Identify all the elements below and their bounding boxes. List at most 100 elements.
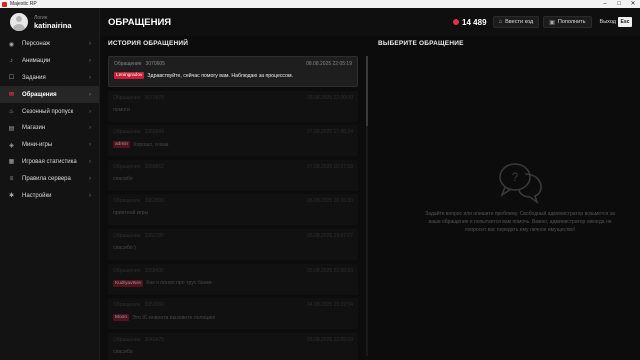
ticket-card[interactable]: Обращение 3070570 08.08.2025 22:00:00 помог… xyxy=(108,90,358,122)
minimize-button[interactable]: – xyxy=(598,0,612,8)
ticket-id: 3049475 xyxy=(144,336,164,343)
ticket-id: 3069244 xyxy=(144,129,164,136)
ticket-label: Обращение xyxy=(113,129,141,136)
chevron-icon: › xyxy=(89,91,91,98)
stats-icon: ▦ xyxy=(8,159,15,166)
chevron-icon: › xyxy=(89,175,91,182)
tickets-icon: ✉ xyxy=(8,92,15,99)
ticket-date: 03.08.2025 22:09:00 xyxy=(307,336,353,343)
ticket-message: помоги xyxy=(113,106,130,113)
close-button[interactable]: ✕ xyxy=(626,0,640,8)
ticket-message: спасибо xyxy=(113,348,133,355)
shop-icon: ▤ xyxy=(8,125,15,132)
ticket-card[interactable]: Обращение 3049475 03.08.2025 22:09:00 спаси… xyxy=(108,332,358,360)
ticket-message: приятной игры xyxy=(113,210,149,217)
ticket-label: Обращение xyxy=(113,94,141,101)
sidebar-item-7[interactable]: ▦ Игровая статистика › xyxy=(0,154,99,171)
admin-tag: Kudryavtsev xyxy=(113,279,144,287)
chevron-icon: › xyxy=(89,125,91,132)
rules-icon: ≡ xyxy=(9,175,14,182)
gift-icon: ⌂ xyxy=(498,19,503,25)
tasks-icon: ☐ xyxy=(8,75,15,82)
ticket-card[interactable]: Обращение 3069244 07.08.2025 17:45:34 admin… xyxy=(108,125,358,157)
animation-icon: ♪ xyxy=(10,58,13,65)
sidebar-item-0[interactable]: ◉ Персонаж › xyxy=(0,36,99,53)
gamepad-icon: ◈ xyxy=(9,142,14,149)
ticket-id: 3070570 xyxy=(144,94,164,101)
sidebar-item-label: Настройки xyxy=(22,192,52,199)
ticket-date: 06.08.2025 20:26:30 xyxy=(307,198,353,205)
ticket-id: 3060780 xyxy=(144,232,164,239)
sidebar-item-label: Мини-игры xyxy=(22,142,53,149)
ticket-date: 05.08.2025 23:07:07 xyxy=(307,232,353,239)
topbar: ОБРАЩЕНИЯ 14 489 ⌂ Ввести код ▣ Пополнит… xyxy=(100,8,640,36)
profile[interactable]: Логин katinairina xyxy=(0,8,99,36)
sidebar-item-label: Магазин xyxy=(22,125,46,132)
history-scroll-thumb[interactable] xyxy=(366,56,368,126)
ticket-message: спасибо:) xyxy=(113,244,136,251)
chat-bubbles-icon: ? xyxy=(499,163,542,204)
sidebar-item-label: Сезонный пропуск xyxy=(22,108,74,115)
sidebar-item-5[interactable]: ▤ Магазин › xyxy=(0,120,99,137)
ticket-date: 07.08.2025 17:45:34 xyxy=(307,129,353,136)
sidebar-item-9[interactable]: ✱ Настройки › xyxy=(0,187,99,204)
sidebar-item-1[interactable]: ♪ Анимации › xyxy=(0,53,99,70)
chevron-icon: › xyxy=(89,108,91,115)
chevron-icon: › xyxy=(89,142,91,149)
sidebar: Логин katinairina ◉ Персонаж › ♪ Анимации › ☐ З… xyxy=(0,8,100,360)
exit-button[interactable]: Esc xyxy=(618,17,632,27)
person-icon: ◉ xyxy=(8,41,15,48)
ticket-message: Это IC инвента вызовите полицию xyxy=(132,314,216,321)
ticket-message: Здравствуйте, сейчас помогу вам. Наблюда… xyxy=(147,72,293,79)
admin-tag: Moon xyxy=(113,314,129,322)
admin-tag: Leningradov xyxy=(114,72,145,79)
maximize-button[interactable]: □ xyxy=(612,0,626,8)
exit-label: Выход xyxy=(599,19,616,25)
ticket-card[interactable]: Обращение 3062893 06.08.2025 20:26:30 прият… xyxy=(108,194,358,226)
coin-icon xyxy=(453,19,460,25)
sidebar-item-2[interactable]: ☐ Задания › xyxy=(0,70,99,87)
ticket-date: 08.08.2025 22:05:19 xyxy=(306,61,352,67)
ticket-date: 07.08.2025 10:37:58 xyxy=(307,163,353,170)
ticket-id: 3070605 xyxy=(145,61,165,67)
topup-button[interactable]: ▣ Пополнить xyxy=(543,16,592,28)
ticket-label: Обращение xyxy=(113,232,141,239)
username: katinairina xyxy=(34,20,72,30)
promo-code-button[interactable]: ⌂ Ввести код xyxy=(492,16,540,28)
wallet-icon: ▣ xyxy=(549,19,555,26)
balance-value: 14 489 xyxy=(462,17,487,27)
ticket-message: Хорошо, я вам xyxy=(133,141,169,148)
details-title: ВЫБЕРИТЕ ОБРАЩЕНИЕ xyxy=(378,40,464,47)
sidebar-item-label: Анимации xyxy=(22,58,51,65)
ticket-label: Обращение xyxy=(114,61,142,67)
avatar xyxy=(10,13,28,31)
ticket-label: Обращение xyxy=(113,163,141,170)
chevron-icon: › xyxy=(89,158,91,165)
admin-tag: admin xyxy=(113,141,131,149)
chevron-icon: › xyxy=(89,41,91,48)
sidebar-item-8[interactable]: ≡ Правила сервера › xyxy=(0,170,99,187)
ticket-label: Обращение xyxy=(113,198,141,205)
svg-text:?: ? xyxy=(512,170,519,184)
ticket-card[interactable]: Обращение 3068852 07.08.2025 10:37:58 спаси… xyxy=(108,159,358,191)
ticket-card[interactable]: Обращение 3058430 05.08.2025 22:59:53 Kudry… xyxy=(108,263,358,295)
promo-code-label: Ввести код xyxy=(505,19,534,25)
history-scrollbar[interactable] xyxy=(366,56,368,356)
placeholder-text: Задайте вопрос или опишите проблему. Сво… xyxy=(425,211,615,233)
sidebar-item-3[interactable]: ✉ Обращения › xyxy=(0,86,99,104)
balance: 14 489 xyxy=(453,17,487,27)
ticket-id: 3062893 xyxy=(144,198,164,205)
ticket-card[interactable]: Обращение 3053060 04.08.2025 20:22:04 Moon Э… xyxy=(108,298,358,330)
ticket-history-list[interactable]: Обращение 3070605 08.08.2025 22:05:19 Lenin… xyxy=(108,56,360,360)
ticket-label: Обращение xyxy=(113,336,141,343)
ticket-card[interactable]: Обращение 3060780 05.08.2025 23:07:07 спаси… xyxy=(108,228,358,260)
sidebar-item-4[interactable]: ♨ Сезонный пропуск › xyxy=(0,103,99,120)
ticket-card[interactable]: Обращение 3070605 08.08.2025 22:05:19 Lenin… xyxy=(108,56,358,87)
ticket-message: Как я понял про трус банки xyxy=(146,280,212,287)
sidebar-item-label: Обращения xyxy=(22,91,57,98)
empty-ticket-placeholder: ? Задайте вопрос или опишите проблему. С… xyxy=(420,160,620,234)
sidebar-item-6[interactable]: ◈ Мини-игры › xyxy=(0,137,99,154)
sidebar-item-label: Персонаж xyxy=(22,41,51,48)
chevron-icon: › xyxy=(89,58,91,65)
ticket-id: 3058430 xyxy=(144,267,164,274)
